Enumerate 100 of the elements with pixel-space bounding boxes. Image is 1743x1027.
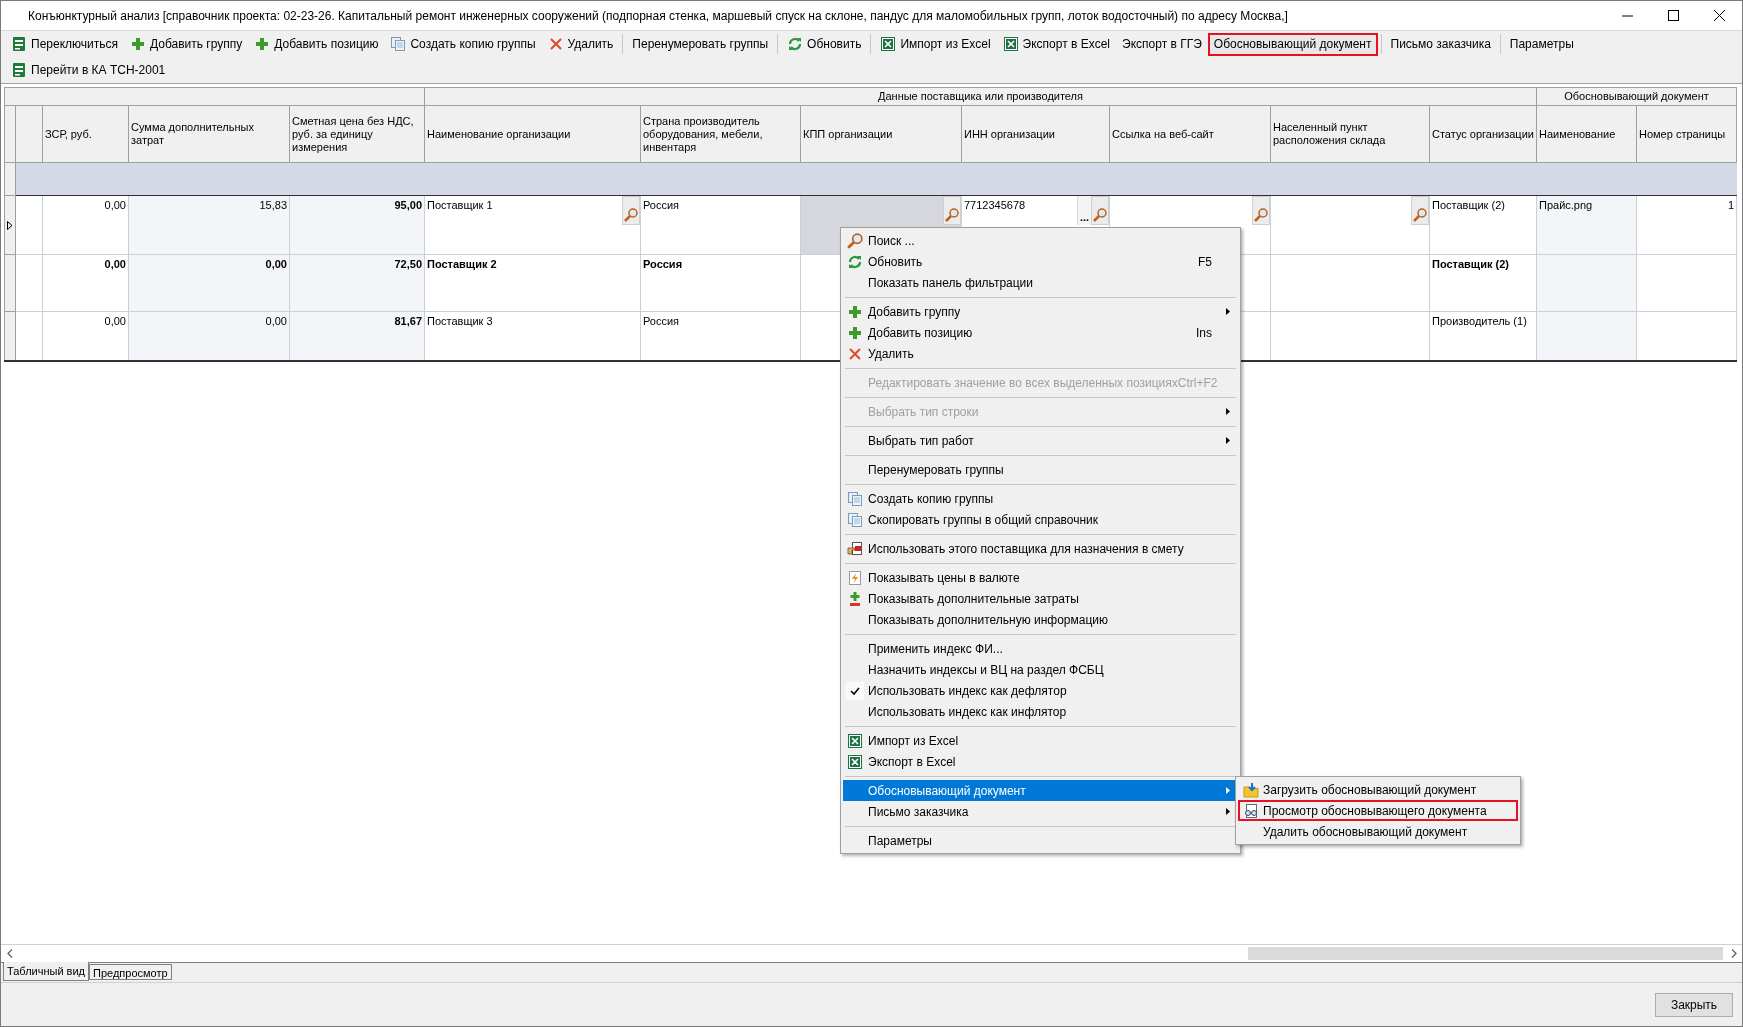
cell-text: Поставщик 3 <box>427 315 493 327</box>
lookup-button[interactable] <box>1252 196 1270 225</box>
toolbar-button[interactable]: Письмо заказчика <box>1384 32 1497 56</box>
menu-item[interactable]: Импорт из Excel <box>843 730 1238 751</box>
shortcut-text: Ins <box>1196 324 1213 342</box>
column-header[interactable]: Статус организации <box>1429 105 1537 163</box>
toolbar-button[interactable]: Параметры <box>1503 32 1580 56</box>
search-icon <box>945 208 959 222</box>
spreadsheet-icon <box>846 753 863 770</box>
column-header[interactable]: Ссылка на веб-сайт <box>1109 105 1271 163</box>
window-title: Конъюнктурный анализ [справочник проекта: 02-23-26. Капитальный ремонт инженерных сооружений (подпорная стенка, маршевый спуск на склоне, пандус для маломобильных групп, лоток водосточный) по адресу Москва,] <box>28 7 1288 25</box>
shortcut-text: F5 <box>1198 253 1213 271</box>
scrollbar-thumb[interactable] <box>1248 947 1723 960</box>
menu-item[interactable]: Применить индекс ФИ... <box>843 638 1238 659</box>
column-header[interactable]: Населенный пункт расположения склада <box>1270 105 1430 163</box>
folder-icon <box>1243 781 1259 798</box>
toolbar-button[interactable]: Добавить позицию <box>248 32 385 56</box>
toolbar-button[interactable]: Перенумеровать группы <box>626 32 775 56</box>
column-header[interactable]: ЗСР, руб. <box>42 105 129 163</box>
lookup-button[interactable] <box>943 196 961 225</box>
chevron-right-icon <box>1730 949 1737 958</box>
menu-item[interactable]: Обновить F5 <box>843 251 1238 272</box>
toolbar-button[interactable]: Обосновывающий документ <box>1207 32 1378 56</box>
plus-icon <box>130 36 146 52</box>
menu-item[interactable]: Удалить <box>843 343 1238 364</box>
menu-item[interactable]: Письмо заказчика <box>843 801 1238 822</box>
cell-text: Россия <box>643 258 683 270</box>
toolbar-button[interactable]: Экспорт в Excel <box>996 32 1117 56</box>
close-dialog-button[interactable]: Закрыть <box>1655 992 1733 1017</box>
toolbar-button[interactable]: Создать копию группы <box>384 32 542 56</box>
column-header[interactable]: Страна производитель оборудования, мебели, инвентаря <box>640 105 801 163</box>
menu-item[interactable]: Использовать индекс как инфлятор <box>843 701 1238 722</box>
menu-item[interactable]: Экспорт в Excel <box>843 751 1238 772</box>
cell-text: Производитель (1) <box>1432 315 1527 327</box>
group-row[interactable] <box>15 162 1737 196</box>
copy-icon <box>390 36 407 52</box>
menu-item[interactable]: Показать панель фильтрации <box>843 272 1238 293</box>
refresh-icon <box>846 253 863 270</box>
maximize-icon <box>1667 10 1679 21</box>
cell-text: 0,00 <box>104 258 126 270</box>
lookup-button[interactable] <box>622 196 640 225</box>
menu-item[interactable]: Обосновывающий документ <box>843 780 1238 801</box>
column-group-header: Данные поставщика или производителя <box>878 90 1083 103</box>
plus-icon <box>254 36 271 52</box>
column-header[interactable]: Сметная цена без НДС, руб. за единицу измерения <box>289 105 425 163</box>
menu-item[interactable]: Загрузить обосновывающий документ <box>1238 779 1518 800</box>
menu-item[interactable]: Показывать дополнительные затраты <box>843 588 1238 609</box>
search-icon <box>1093 208 1107 222</box>
menu-item[interactable]: Добавить группу <box>843 301 1238 322</box>
cell-text: 0,00 <box>265 258 287 270</box>
lookup-button[interactable] <box>1411 196 1429 225</box>
menu-item[interactable]: Создать копию группы <box>843 488 1238 509</box>
menu-item[interactable]: Скопировать группы в общий справочник <box>843 509 1238 530</box>
minimize-icon <box>1621 14 1633 17</box>
menu-item[interactable]: Назначить индексы и ВЦ на раздел ФСБЦ <box>843 659 1238 680</box>
toolbar-button[interactable]: Удалить <box>541 32 620 56</box>
search-icon <box>846 232 863 249</box>
menu-item[interactable]: Использовать индекс как дефлятор <box>843 680 1238 701</box>
cell-text: Россия <box>643 199 680 211</box>
toolbar-button[interactable]: Добавить группу <box>124 32 249 56</box>
column-header[interactable]: КПП организации <box>800 105 962 163</box>
refresh-icon <box>787 36 804 52</box>
menu-item[interactable]: Выбрать тип работ <box>843 430 1238 451</box>
column-header[interactable]: Наименование <box>1536 105 1637 163</box>
cell-text: 0,00 <box>104 199 126 211</box>
plus-icon <box>846 303 863 320</box>
cell-text: 15,83 <box>259 199 287 211</box>
menu-item[interactable]: Удалить обосновывающий документ <box>1238 821 1518 842</box>
document-preview-icon <box>1243 802 1259 819</box>
column-header[interactable]: Номер страницы <box>1636 105 1737 163</box>
menu-item[interactable]: Использовать этого поставщика для назначения в смету <box>843 538 1238 559</box>
menu-item[interactable]: Перенумеровать группы <box>843 459 1238 480</box>
column-header[interactable]: Наименование организации <box>424 105 641 163</box>
toolbar-button[interactable]: Переключиться <box>5 32 124 56</box>
toolbar-button[interactable]: Перейти в КА ТСН-2001 <box>5 58 172 82</box>
menu-item[interactable]: Показывать цены в валюте <box>843 567 1238 588</box>
spreadsheet-icon <box>1002 36 1019 52</box>
cell-text: 81,67 <box>394 315 422 327</box>
tab[interactable]: Предпросмотр <box>89 964 172 980</box>
cell-text: 7712345678 <box>964 199 1026 211</box>
toolbar-button[interactable]: Экспорт в ГГЭ <box>1116 32 1208 56</box>
lookup-button[interactable] <box>1091 196 1109 225</box>
toolbar-button[interactable]: Обновить <box>781 32 868 56</box>
column-group-header: Обосновывающий документ <box>1564 90 1709 103</box>
ellipsis-button[interactable]: ... <box>1077 196 1091 225</box>
cell-text: Поставщик 1 <box>427 199 493 211</box>
copy-icon <box>846 511 863 528</box>
menu-item[interactable]: Параметры <box>843 830 1238 851</box>
column-header[interactable]: ИНН организации <box>961 105 1110 163</box>
plus-icon <box>846 324 863 341</box>
toolbar-button[interactable]: Импорт из Excel <box>874 32 997 56</box>
column-header[interactable]: Сумма дополнительных затрат <box>128 105 290 163</box>
cell-text: 95,00 <box>394 199 422 211</box>
close-icon <box>1713 10 1725 21</box>
menu-item[interactable]: Поиск ... <box>843 230 1238 251</box>
lightning-document-icon <box>846 569 863 586</box>
menu-item[interactable]: Показывать дополнительную информацию <box>843 609 1238 630</box>
menu-item[interactable]: Просмотр обосновывающего документа <box>1238 800 1518 821</box>
menu-item[interactable]: Добавить позицию Ins <box>843 322 1238 343</box>
tab[interactable]: Табличный вид <box>3 962 90 981</box>
